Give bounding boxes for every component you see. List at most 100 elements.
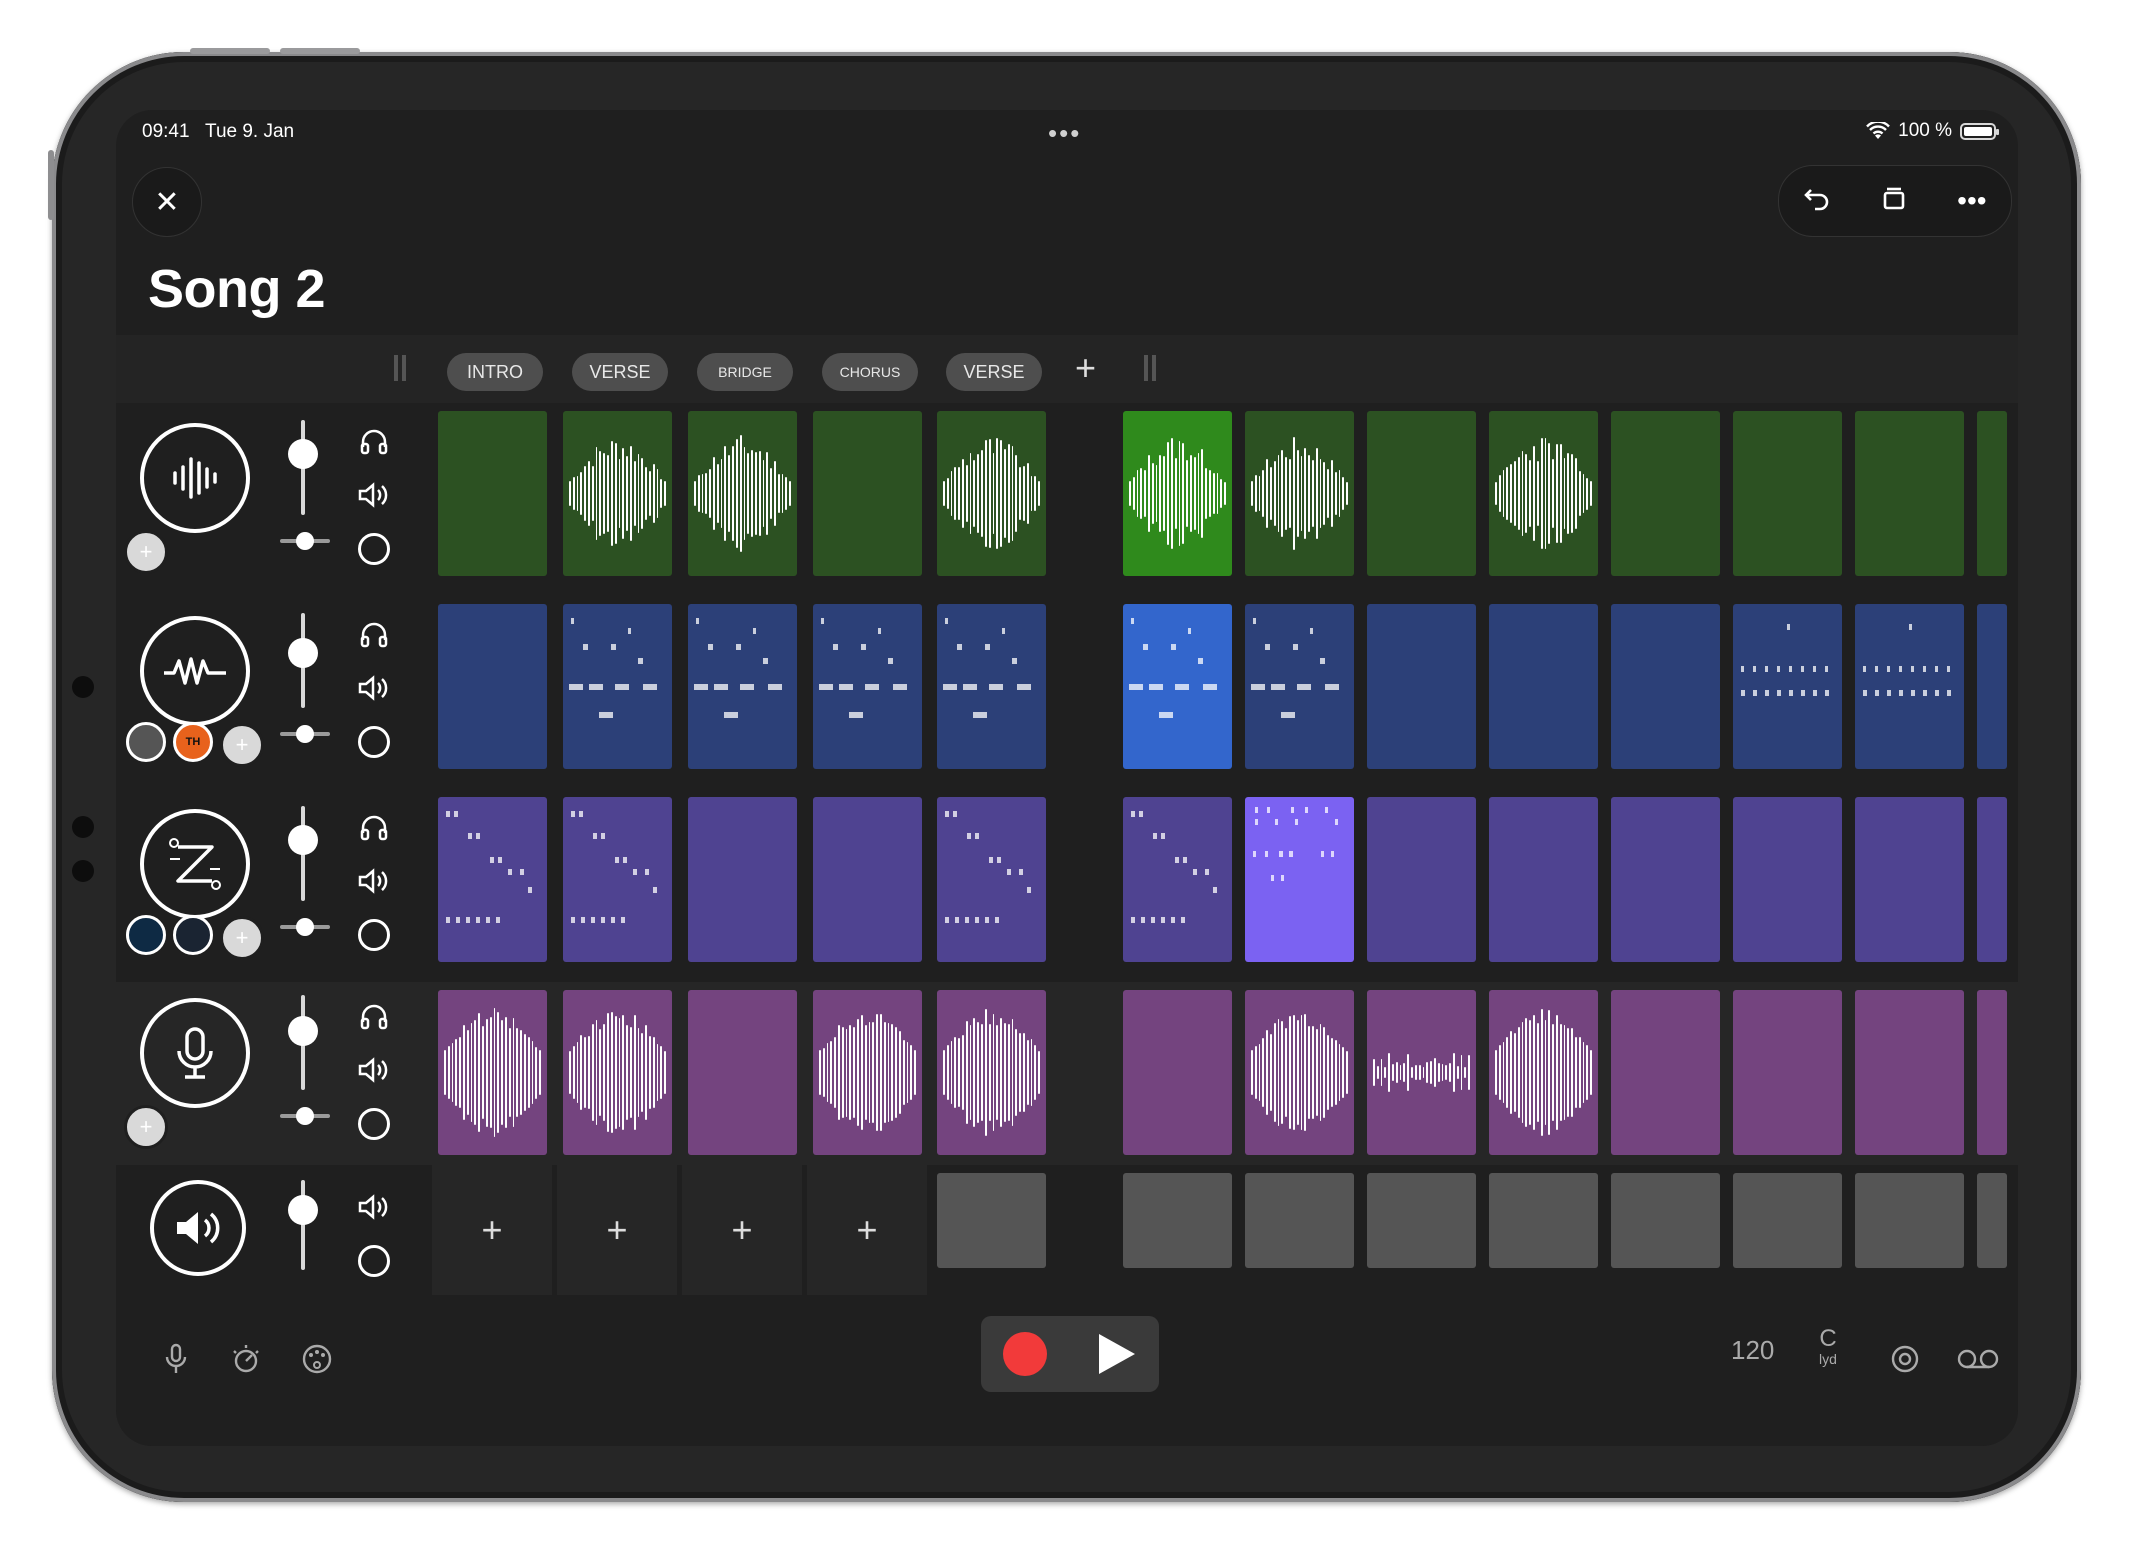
clip[interactable] [1977,797,2007,962]
clip[interactable] [1733,797,1842,962]
clip[interactable] [563,797,672,962]
clip[interactable] [1977,990,2007,1155]
drag-handle-icon[interactable] [394,355,406,381]
clip[interactable] [1489,1173,1598,1268]
clip[interactable] [1245,604,1354,769]
headphones-icon[interactable] [356,998,392,1034]
clip[interactable] [1611,797,1720,962]
scene-intro[interactable]: INTRO [447,353,543,391]
record-button[interactable] [1003,1332,1047,1376]
scene-verse[interactable]: VERSE [572,353,668,391]
speaker-icon[interactable] [356,1189,392,1225]
clip[interactable] [1123,1173,1232,1268]
tempo-display[interactable]: 120 [1731,1335,1774,1366]
add-clip-button[interactable]: + [557,1165,677,1295]
pan-knob[interactable] [296,532,314,550]
volume-knob[interactable] [288,638,318,668]
clip[interactable] [1611,990,1720,1155]
microphone-instrument-icon[interactable] [140,998,250,1108]
clip[interactable] [1123,797,1232,962]
clips-icon[interactable] [1880,184,1908,219]
clip[interactable] [1367,1173,1476,1268]
oscillator-instrument-icon[interactable] [140,616,250,726]
headphones-icon[interactable] [356,616,392,652]
clip[interactable] [813,411,922,576]
clip[interactable] [1123,411,1232,576]
scene-bridge[interactable]: BRIDGE [697,353,793,391]
clip[interactable] [688,797,797,962]
clip[interactable] [1855,990,1964,1155]
add-scene-button[interactable]: + [1075,347,1096,389]
clip[interactable] [1245,411,1354,576]
clip[interactable] [1977,604,2007,769]
clip[interactable] [1733,1173,1842,1268]
headphones-icon[interactable] [356,809,392,845]
clip[interactable] [1611,1173,1720,1268]
add-effect-button[interactable]: + [220,723,264,767]
clip[interactable] [1733,411,1842,576]
clip[interactable] [1977,1173,2007,1268]
clip[interactable] [1489,604,1598,769]
clip[interactable] [813,604,922,769]
clip[interactable] [1123,990,1232,1155]
record-arm-icon[interactable] [356,531,392,567]
clip[interactable] [1733,990,1842,1155]
clip[interactable] [1611,411,1720,576]
undo-icon[interactable] [1803,184,1831,219]
pan-knob[interactable] [296,725,314,743]
z-instrument-icon[interactable] [140,809,250,919]
effect-meter-icon[interactable] [126,915,166,955]
clip[interactable] [688,411,797,576]
metronome-icon[interactable] [228,1341,264,1377]
clip[interactable] [1367,604,1476,769]
clip[interactable] [1245,797,1354,962]
drag-handle-icon[interactable] [1144,355,1156,381]
effect-knob[interactable] [173,915,213,955]
waveform-instrument-icon[interactable] [140,423,250,533]
clip[interactable] [1855,604,1964,769]
clip[interactable] [438,604,547,769]
clip[interactable] [438,797,547,962]
clip[interactable] [1367,990,1476,1155]
clip[interactable] [563,411,672,576]
multitasking-dots-icon[interactable]: ••• [1048,118,1081,149]
clip[interactable] [937,1173,1046,1268]
headphones-icon[interactable] [356,423,392,459]
key-display[interactable]: C lyd [1813,1325,1843,1367]
clip[interactable] [1489,411,1598,576]
palette-icon[interactable] [299,1341,335,1377]
mic-icon[interactable] [158,1341,194,1377]
clip[interactable] [1611,604,1720,769]
scene-verse[interactable]: VERSE [946,353,1042,391]
volume-knob[interactable] [288,825,318,855]
clip[interactable] [1367,411,1476,576]
record-arm-icon[interactable] [356,724,392,760]
record-arm-icon[interactable] [356,917,392,953]
clip[interactable] [1489,990,1598,1155]
clip[interactable] [1367,797,1476,962]
speaker-instrument-icon[interactable] [150,1180,246,1276]
clip[interactable] [937,990,1046,1155]
scene-chorus[interactable]: CHORUS [822,353,918,391]
clip[interactable] [563,990,672,1155]
speaker-icon[interactable] [356,477,392,513]
speaker-icon[interactable] [356,863,392,899]
volume-knob[interactable] [288,439,318,469]
pan-knob[interactable] [296,1107,314,1125]
clip[interactable] [813,797,922,962]
add-clip-button[interactable]: + [432,1165,552,1295]
add-effect-button[interactable]: + [124,1105,168,1149]
clip[interactable] [1489,797,1598,962]
speaker-icon[interactable] [356,1052,392,1088]
clip[interactable] [1855,1173,1964,1268]
clip[interactable] [1245,990,1354,1155]
clip[interactable] [1855,797,1964,962]
clip[interactable] [937,411,1046,576]
more-icon[interactable]: ••• [1957,185,1986,217]
clip[interactable] [813,990,922,1155]
clip[interactable] [688,990,797,1155]
record-arm-icon[interactable] [356,1106,392,1142]
add-clip-button[interactable]: + [807,1165,927,1295]
pan-knob[interactable] [296,918,314,936]
add-effect-button[interactable]: + [124,530,168,574]
